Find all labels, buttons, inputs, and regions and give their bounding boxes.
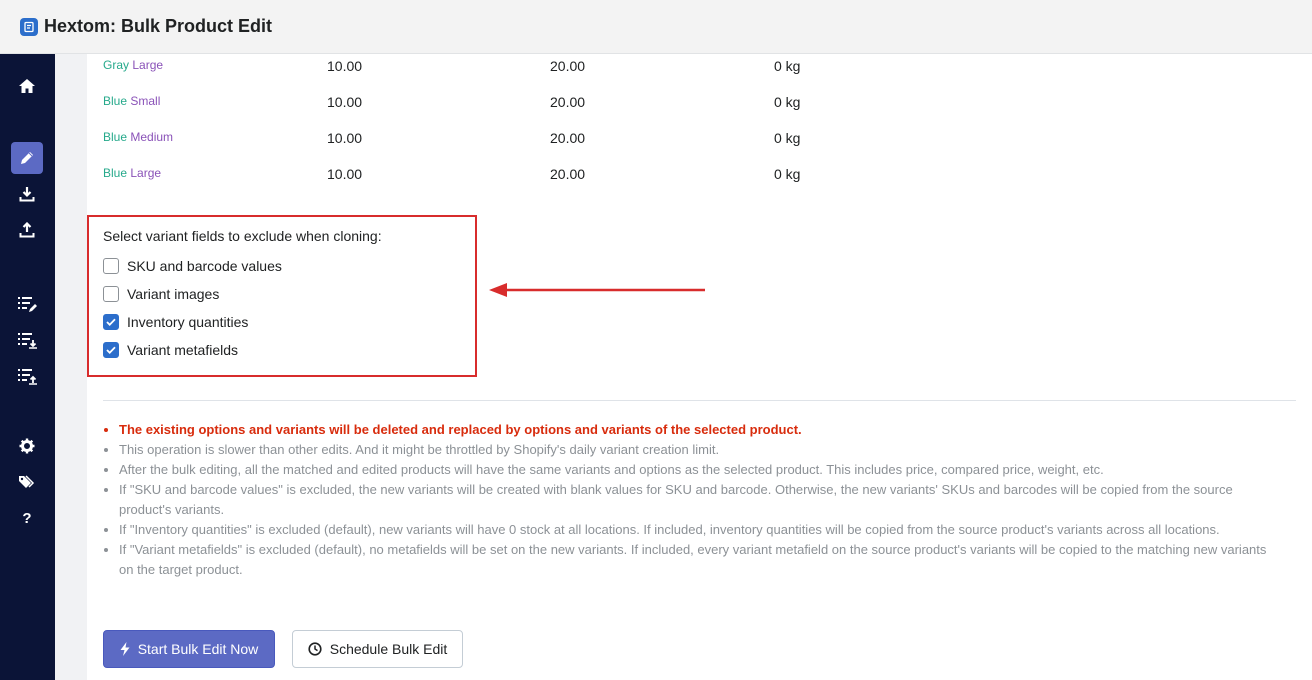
schedule-bulk-edit-button[interactable]: Schedule Bulk Edit (292, 630, 463, 668)
sidebar-list-edit-button[interactable] (11, 288, 43, 320)
variant-title: Blue Large (103, 166, 162, 180)
exclude-variant-images-checkbox[interactable]: Variant images (103, 284, 219, 304)
upload-icon (19, 222, 35, 238)
note-item: After the bulk editing, all the matched … (119, 460, 1283, 480)
exclude-sku-barcode-checkbox[interactable]: SKU and barcode values (103, 256, 282, 276)
check-icon (106, 318, 116, 326)
checkbox-label: Inventory quantities (127, 314, 249, 330)
app-title: Hextom: Bulk Product Edit (44, 16, 273, 36)
start-bulk-edit-label: Start Bulk Edit Now (137, 641, 259, 657)
download-icon (19, 187, 35, 202)
start-bulk-edit-button[interactable]: Start Bulk Edit Now (103, 630, 275, 668)
variant-compare-price: 20.00 (550, 94, 586, 110)
sidebar-tags-button[interactable] (11, 466, 43, 498)
variant-weight: 0 kg (774, 94, 801, 110)
warning-note: The existing options and variants will b… (119, 420, 1283, 440)
checkbox-box[interactable] (103, 342, 119, 358)
note-item: If "SKU and barcode values" is excluded,… (119, 480, 1283, 520)
exclude-inventory-quantities-checkbox[interactable]: Inventory quantities (103, 312, 248, 332)
checkbox-box[interactable] (103, 314, 119, 330)
variant-price: 10.00 (327, 58, 363, 74)
exclude-variant-metafields-checkbox[interactable]: Variant metafields (103, 340, 238, 360)
title-bar: Hextom: Bulk Product Edit (0, 0, 1312, 54)
app-logo-icon (20, 17, 38, 36)
list-upload-icon (18, 369, 37, 385)
note-item: This operation is slower than other edit… (119, 440, 1283, 460)
variant-title: Blue Medium (103, 130, 174, 144)
annotation-arrow-icon (489, 283, 705, 297)
help-icon: ? (22, 509, 32, 527)
main-panel: Gray Large 10.00 20.00 0 kg Blue Small 1… (87, 54, 1312, 680)
edit-icon (21, 152, 33, 164)
checkbox-label: Variant images (127, 286, 220, 302)
sidebar-list-import-button[interactable] (11, 360, 43, 392)
sidebar-export-button[interactable] (11, 178, 43, 210)
variant-compare-price: 20.00 (550, 130, 586, 146)
checkbox-label: Variant metafields (127, 342, 239, 358)
bolt-icon (120, 642, 130, 656)
checkbox-label: SKU and barcode values (127, 258, 282, 274)
schedule-bulk-edit-label: Schedule Bulk Edit (329, 641, 448, 657)
variant-price: 10.00 (327, 166, 363, 182)
section-divider (103, 400, 1296, 401)
variant-weight: 0 kg (774, 166, 801, 182)
variant-weight: 0 kg (774, 58, 801, 74)
variant-price: 10.00 (327, 94, 363, 110)
variant-title: Gray Large (103, 58, 164, 72)
sidebar-home-button[interactable] (11, 70, 43, 102)
notes-list: The existing options and variants will b… (103, 420, 1283, 580)
clock-icon (308, 642, 322, 656)
checkbox-box[interactable] (103, 286, 119, 302)
variant-weight: 0 kg (774, 130, 801, 146)
variant-compare-price: 20.00 (550, 58, 586, 74)
sidebar-edit-button[interactable] (11, 142, 43, 174)
sidebar-import-button[interactable] (11, 214, 43, 246)
variant-price: 10.00 (327, 130, 363, 146)
sidebar-list-export-button[interactable] (11, 324, 43, 356)
check-icon (106, 346, 116, 354)
sidebar-settings-button[interactable] (11, 430, 43, 462)
checkbox-box[interactable] (103, 258, 119, 274)
home-icon (19, 79, 35, 93)
exclude-fields-title: Select variant fields to exclude when cl… (103, 228, 382, 244)
sidebar-help-button[interactable]: ? (11, 502, 43, 534)
note-item: If "Variant metafields" is excluded (def… (119, 540, 1283, 580)
sidebar: ? (0, 54, 55, 680)
variant-title: Blue Small (103, 94, 161, 108)
gear-icon (19, 438, 35, 454)
list-download-icon (18, 333, 37, 349)
tags-icon (19, 475, 35, 488)
note-item: If "Inventory quantities" is excluded (d… (119, 520, 1283, 540)
list-edit-icon (18, 297, 37, 312)
variant-compare-price: 20.00 (550, 166, 586, 182)
